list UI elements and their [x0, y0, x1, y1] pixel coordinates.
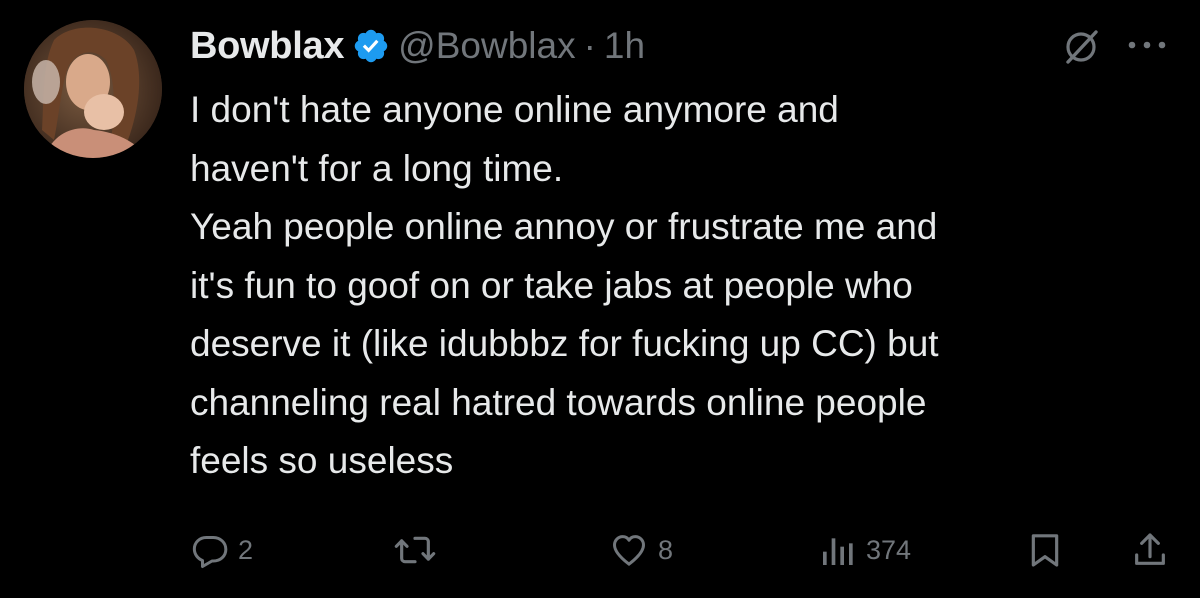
tweet-text-line: haven't for a long time. [190, 147, 564, 189]
tweet-action-bar: 2 8 374 [190, 525, 1180, 575]
verified-badge-icon[interactable] [352, 27, 390, 65]
retweet-icon [394, 536, 436, 564]
tweet-text-line: it's fun to goof on or take jabs at peop… [190, 264, 913, 306]
tweet-header: Bowblax @Bowblax · 1h [190, 20, 645, 72]
avatar-image [24, 20, 162, 158]
tweet-text-line: I don't hate anyone online anymore and [190, 89, 839, 130]
heart-icon [613, 535, 645, 566]
tweet-text: I don't hate anyone online anymore and h… [190, 81, 1180, 491]
like-button[interactable]: 8 [608, 525, 673, 575]
tweet-text-line: deserve it (like idubbbz for fucking up … [190, 323, 939, 364]
avatar[interactable] [24, 20, 162, 158]
views-button[interactable]: 374 [818, 525, 911, 575]
reply-button[interactable]: 2 [190, 525, 253, 575]
views-analytics-icon [823, 538, 853, 565]
display-name[interactable]: Bowblax [190, 25, 344, 68]
reply-count: 2 [238, 534, 254, 565]
tweet-text-line: channeling real hatred towards online pe… [190, 381, 927, 423]
grok-icon[interactable] [1060, 26, 1102, 68]
share-icon [1135, 533, 1165, 565]
tweet-text-line: Yeah people online annoy or frustrate me… [190, 206, 938, 247]
reply-icon [192, 536, 228, 568]
tweet-card[interactable]: Bowblax @Bowblax · 1h I don't hate anyon… [0, 0, 1200, 598]
separator-dot: · [583, 25, 596, 66]
views-count: 374 [866, 534, 912, 565]
more-options-icon[interactable] [1124, 30, 1170, 60]
user-handle[interactable]: @Bowblax [398, 25, 575, 67]
share-button[interactable] [1130, 525, 1170, 575]
like-count: 8 [658, 534, 674, 565]
bookmark-button[interactable] [1025, 525, 1065, 575]
timestamp[interactable]: 1h [604, 25, 645, 67]
tweet-text-line: feels so useless [190, 440, 454, 481]
retweet-button[interactable] [393, 525, 445, 575]
bookmark-icon [1031, 534, 1059, 567]
